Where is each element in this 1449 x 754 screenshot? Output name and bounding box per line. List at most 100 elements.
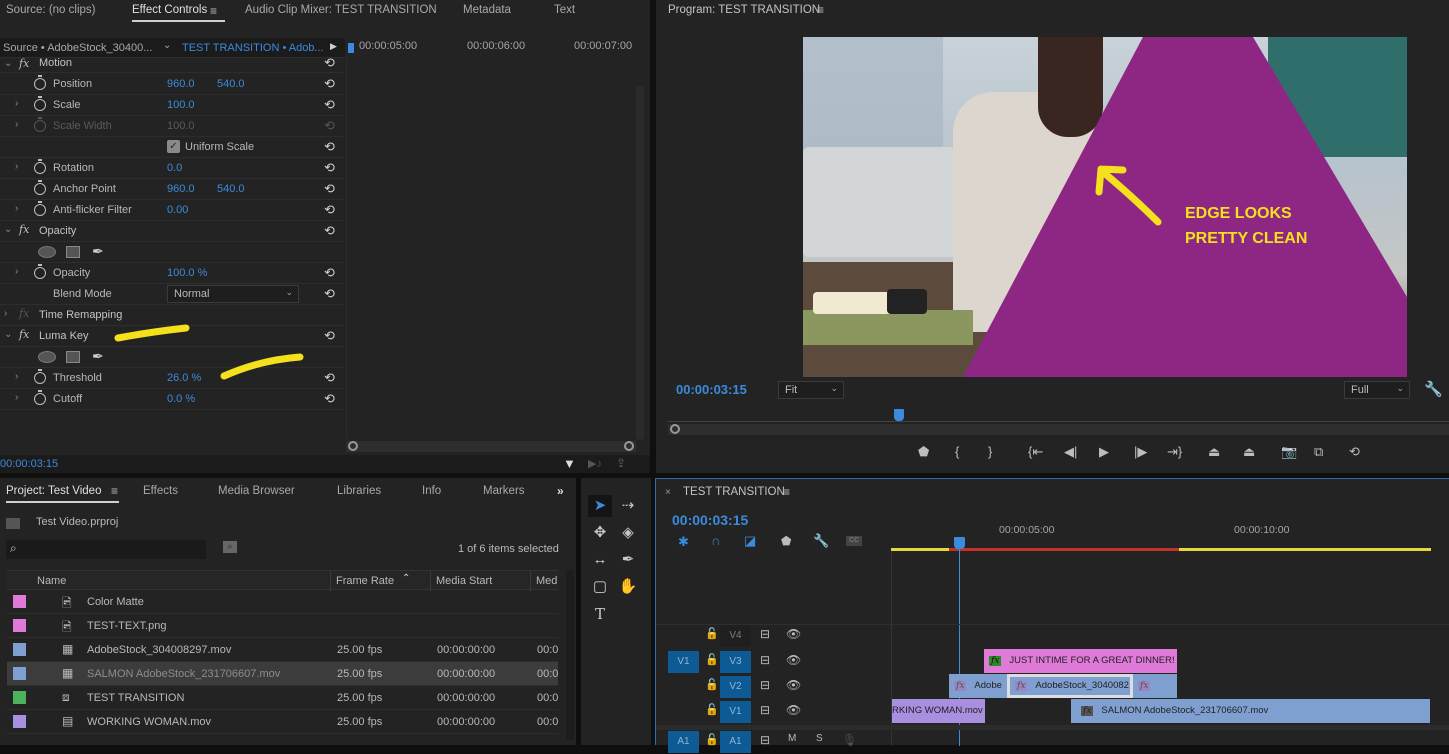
program-ruler[interactable] [668,410,1449,422]
reset-icon[interactable]: ⟲ [324,265,335,281]
stopwatch-icon[interactable] [34,159,46,174]
overwrite-icon[interactable]: ⟲ [1349,444,1360,460]
zoom-level-dropdown[interactable]: Fit ⌄ [778,381,844,399]
lock-icon[interactable]: 🔓 [705,703,719,716]
anti-flicker-value[interactable]: 0.00 [167,204,188,216]
tab-metadata[interactable]: Metadata [463,4,511,16]
source-patch[interactable]: A1 [668,731,699,753]
timeline-ruler[interactable]: 00:00:05:00 00:00:10:00 [891,517,1449,551]
label-color-swatch[interactable] [13,667,26,680]
fx-icon[interactable]: fx [19,57,29,70]
reset-icon[interactable]: ⟲ [324,139,335,155]
sort-ascending-icon[interactable]: ⌃ [402,573,410,584]
column-name[interactable]: Name [37,575,66,587]
label-color-swatch[interactable] [13,595,26,608]
tab-effects[interactable]: Effects [143,485,178,497]
source-clip-label[interactable]: Source • AdobeStock_30400... [3,42,152,54]
play-audio-icon[interactable]: ▶♪ [588,457,602,470]
chevron-right-icon[interactable]: › [15,98,18,109]
fx-icon[interactable]: fx [19,328,29,341]
chevron-down-icon[interactable]: ⌄ [163,40,171,51]
mute-button[interactable]: M [788,733,796,744]
clip-v2-adobestock-selected[interactable]: fx AdobeStock_3040082 [1007,674,1133,698]
solo-button[interactable]: S [816,733,823,744]
mark-out-icon[interactable]: } [988,444,992,459]
pen-mask-icon[interactable]: ✒ [92,348,104,365]
reset-icon[interactable]: ⟲ [324,286,335,302]
stopwatch-icon[interactable] [34,201,46,216]
panel-menu-icon[interactable]: ≡ [210,4,217,18]
eye-icon[interactable]: 👁 [786,653,801,667]
stopwatch-icon[interactable] [34,180,46,195]
lock-icon[interactable]: 🔓 [705,653,719,666]
stopwatch-icon[interactable] [34,390,46,405]
blend-mode-dropdown[interactable]: Normal ⌄ [167,285,299,303]
program-timecode[interactable]: 00:00:03:15 [676,382,747,397]
program-zoom-bar[interactable] [668,424,1449,435]
more-panels-icon[interactable]: » [557,484,564,498]
stopwatch-icon[interactable] [34,75,46,90]
lock-icon[interactable]: 🔓 [705,627,719,640]
lock-icon[interactable]: 🔓 [705,733,719,746]
video-audio-divider[interactable] [656,725,1449,730]
ellipse-mask-icon[interactable] [38,246,56,258]
track-select-tool[interactable]: ⇢ [616,495,640,517]
project-item[interactable]: ⧈ TEST TRANSITION 25.00 fps 00:00:00:00 00:0 [7,686,558,710]
reset-icon[interactable]: ⟲ [324,55,335,71]
zoom-handle[interactable] [670,424,680,434]
chevron-right-icon[interactable]: › [15,119,18,130]
fx-icon[interactable]: fx [19,223,29,236]
effect-motion[interactable]: ⌄ fx Motion ⟲ [0,55,345,73]
timeline-timecode[interactable]: 00:00:03:15 [672,512,748,528]
program-video-frame[interactable]: EDGE LOOKS PRETTY CLEAN [803,37,1407,377]
column-frame-rate[interactable]: Frame Rate [336,575,394,587]
export-frame-icon[interactable]: 📷 [1281,444,1297,460]
wrench-icon[interactable]: 🔧 [1424,380,1443,398]
lock-icon[interactable]: 🔓 [705,678,719,691]
stopwatch-icon[interactable] [34,369,46,384]
sequence-tab[interactable]: TEST TRANSITION [683,486,785,498]
timeline-playhead[interactable] [954,537,965,549]
captions-icon[interactable]: CC [846,536,862,546]
anchor-x-value[interactable]: 960.0 [167,183,195,195]
tab-media-browser[interactable]: Media Browser [218,485,295,497]
horizontal-scrollbar[interactable] [346,441,636,452]
ec-ruler[interactable]: 00:00:05:00 00:00:06:00 00:00:07:00 [346,38,636,58]
project-item[interactable]: 🖻 TEST-TEXT.png [7,614,558,638]
export-icon[interactable]: ⇪ [616,456,626,470]
chevron-down-icon[interactable]: ⌄ [4,224,12,235]
column-media-end[interactable]: Med [536,575,557,587]
search-field[interactable] [26,541,201,557]
scale-value[interactable]: 100.0 [167,99,195,111]
wrench-icon[interactable]: 🔧 [813,533,829,549]
chevron-right-icon[interactable]: › [15,203,18,214]
playback-resolution-dropdown[interactable]: Full ⌄ [1344,381,1410,399]
go-to-out-icon[interactable]: ⇥} [1167,444,1182,460]
column-divider[interactable] [330,571,331,591]
insert-icon[interactable]: ⧉ [1314,444,1323,460]
find-icon[interactable]: ⌕ [223,541,237,553]
rectangle-mask-icon[interactable] [66,246,80,258]
reset-icon[interactable]: ⟲ [324,76,335,92]
program-playhead[interactable] [894,409,905,421]
sync-lock-icon[interactable]: ⊟ [760,627,770,641]
reset-icon[interactable]: ⟲ [324,328,335,344]
linked-selection-icon[interactable]: ◪ [744,533,756,549]
selection-tool[interactable]: ➤ [588,495,612,517]
uniform-scale-checkbox[interactable]: ✓ [167,140,180,153]
eye-icon[interactable]: 👁 [786,703,801,717]
add-marker-icon[interactable]: ⬟ [918,444,929,460]
rectangle-mask-icon[interactable] [66,351,80,363]
clip-v2-adobestock-c[interactable]: fx [1133,674,1177,698]
column-media-start[interactable]: Media Start [436,575,492,587]
project-item[interactable]: ▦ AdobeStock_304008297.mov 25.00 fps 00:00:… [7,638,558,662]
step-back-icon[interactable]: ◀| [1064,444,1077,460]
reset-icon[interactable]: ⟲ [324,370,335,386]
chevron-down-icon[interactable]: ⌄ [4,58,12,69]
position-y-value[interactable]: 540.0 [217,78,245,90]
rotation-value[interactable]: 0.0 [167,162,182,174]
track-target[interactable]: A1 [720,731,751,753]
stopwatch-icon[interactable] [34,264,46,279]
source-patch[interactable]: V1 [668,651,699,673]
extract-icon[interactable]: ⏏ [1243,444,1255,460]
